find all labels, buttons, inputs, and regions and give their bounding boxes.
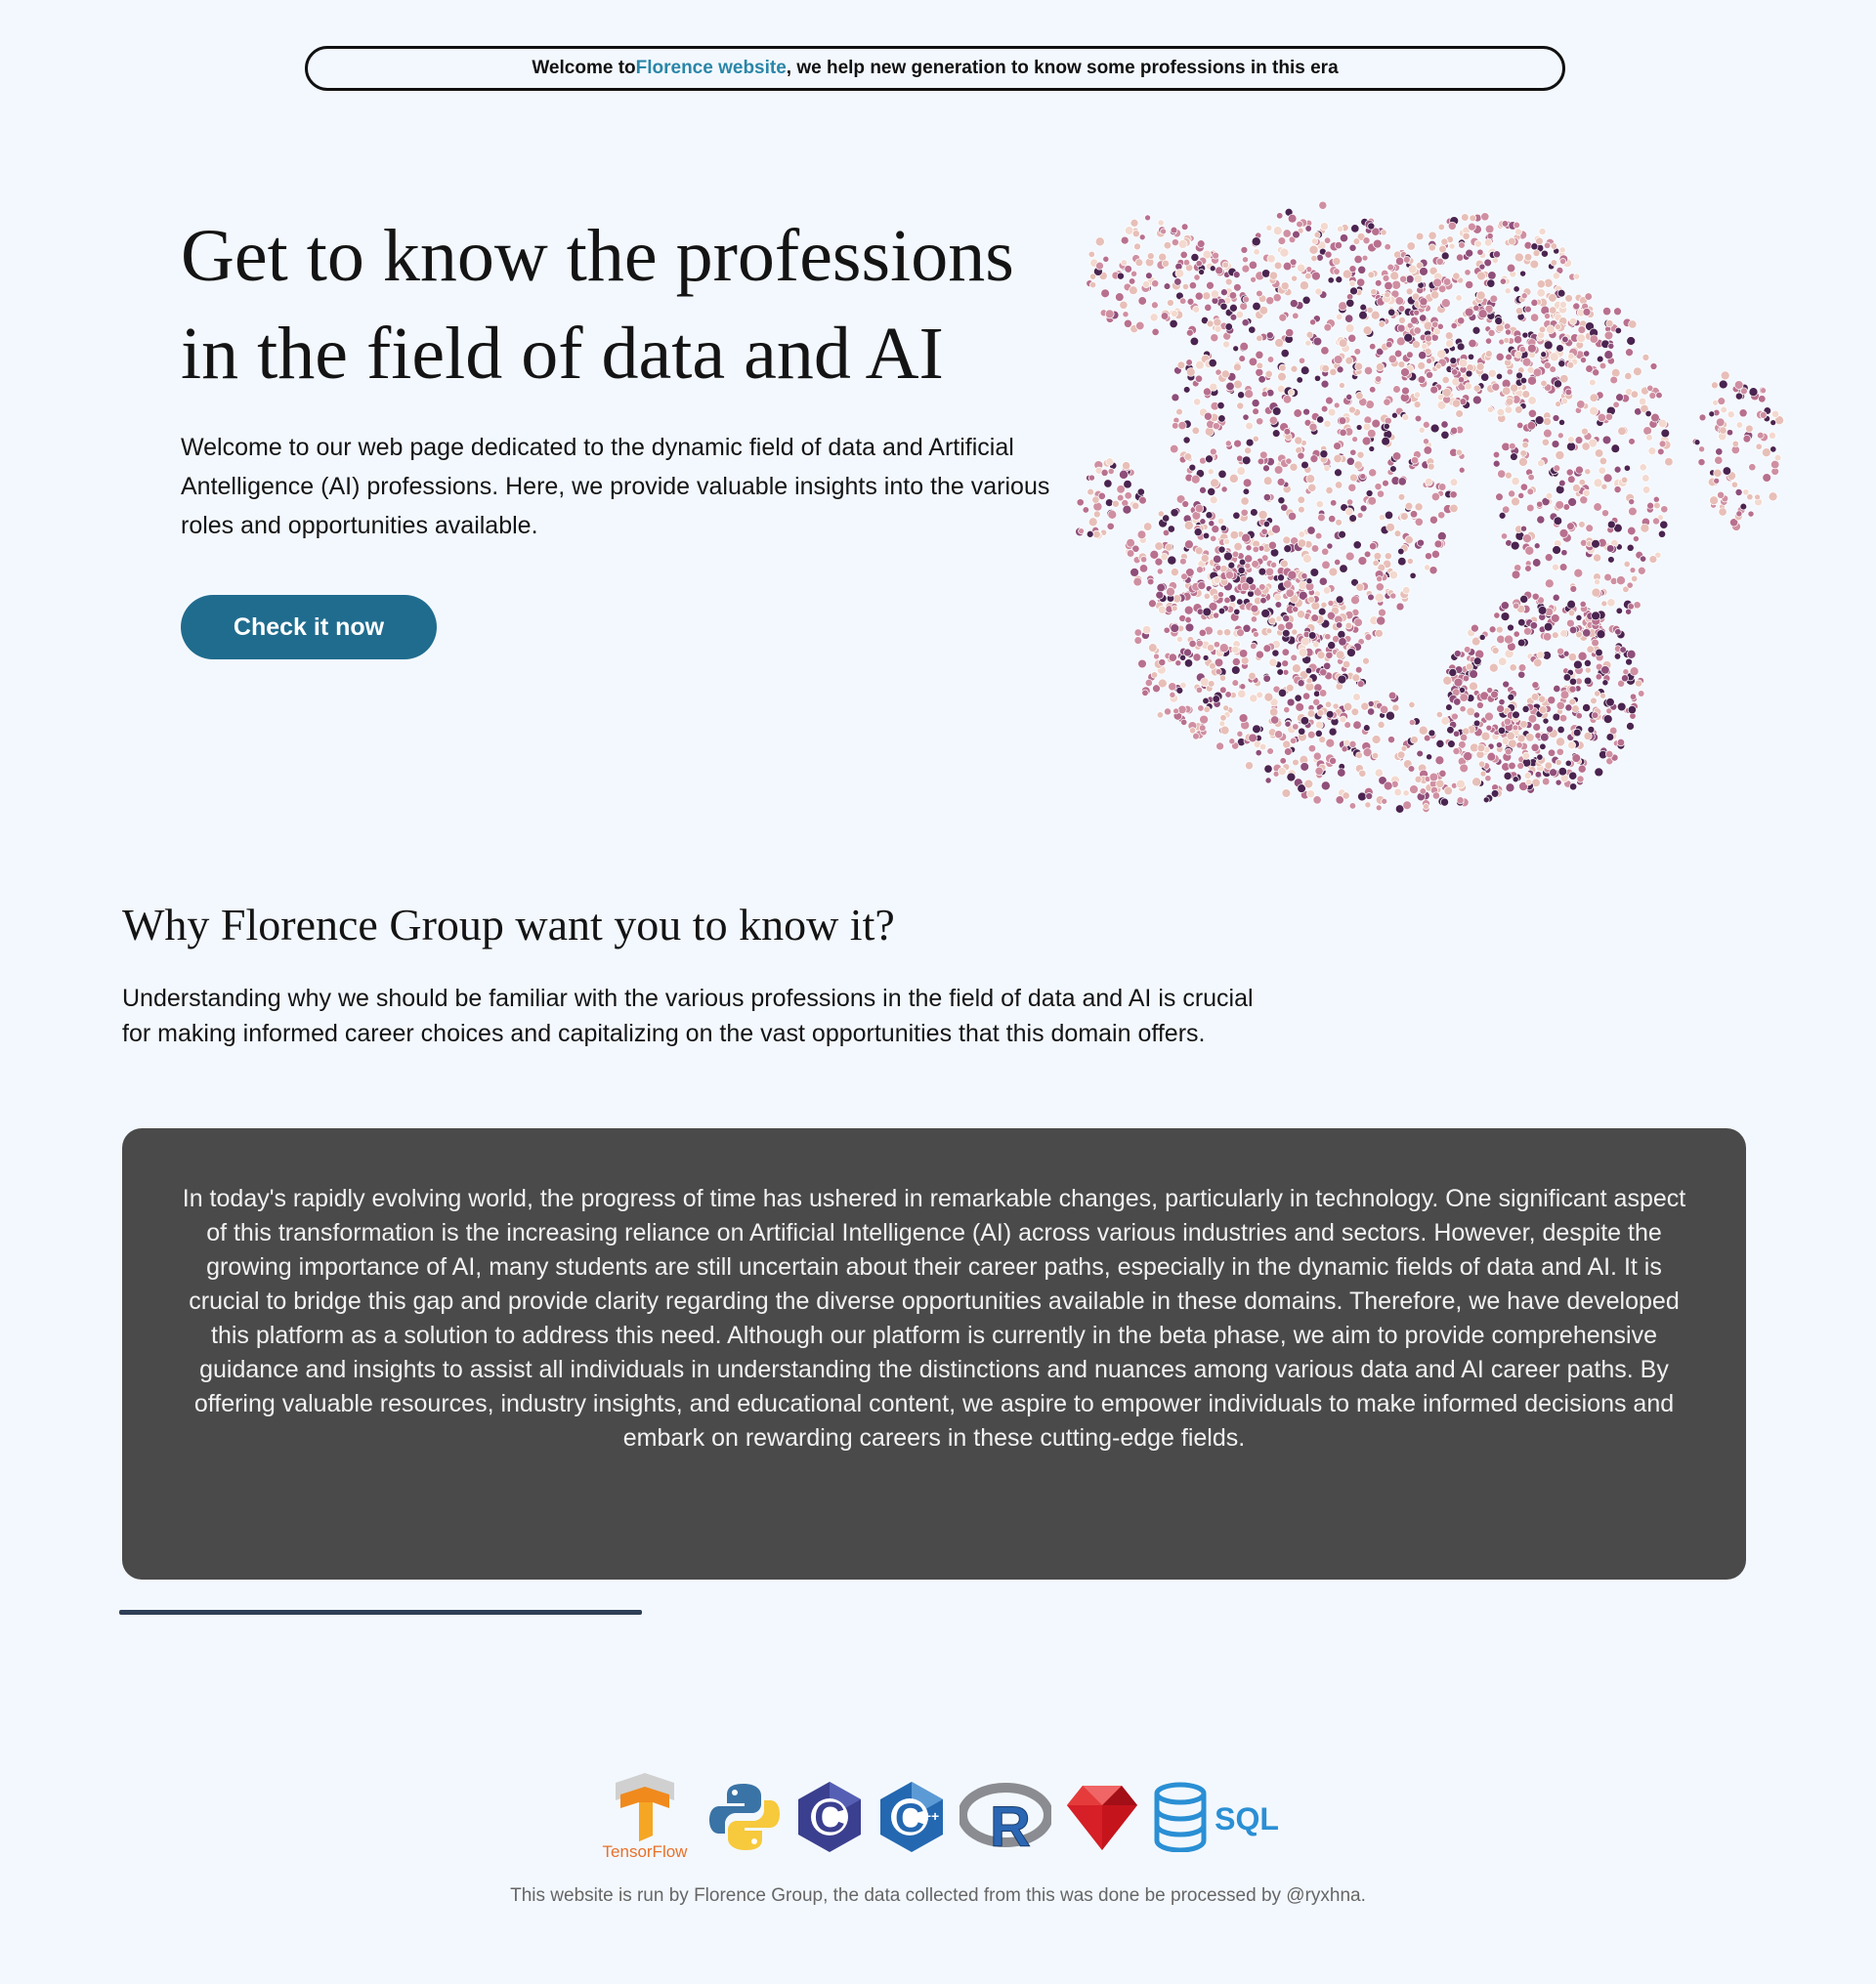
svg-text:++: ++	[923, 1808, 939, 1824]
why-section-text: Understanding why we should be familiar …	[122, 985, 1254, 1047]
ruby-logo	[1065, 1782, 1139, 1852]
sql-logo-label: SQL	[1215, 1801, 1279, 1836]
banner-prefix: Welcome to	[532, 58, 636, 78]
hero-scatter-illustration	[1075, 200, 1784, 814]
tensorflow-logo: TensorFlow	[596, 1773, 694, 1861]
hero-title-line-2: in the field of data and AI	[181, 313, 944, 395]
r-logo: R	[959, 1782, 1051, 1852]
technology-logos: TensorFlow C C ++ R SQL	[596, 1763, 1300, 1871]
footer-credit: This website is run by Florence Group, t…	[510, 1885, 1366, 1906]
hero-title: Get to know the professions in the field…	[181, 207, 1158, 402]
cpp-logo: C ++	[877, 1780, 946, 1854]
mission-panel: In today's rapidly evolving world, the p…	[122, 1128, 1746, 1580]
section-divider	[119, 1610, 642, 1615]
check-it-now-button[interactable]: Check it now	[181, 595, 437, 659]
banner-suffix: , we help new generation to know some pr…	[786, 58, 1339, 78]
python-logo	[707, 1780, 782, 1854]
tensorflow-label: TensorFlow	[603, 1842, 689, 1861]
banner-site-link[interactable]: Florence website	[636, 58, 787, 79]
sql-logo: SQL	[1153, 1782, 1286, 1852]
welcome-banner: Welcome to Florence website, we help new…	[305, 46, 1565, 91]
c-logo-letter: C	[814, 1794, 845, 1841]
r-logo-letter: R	[990, 1795, 1031, 1852]
why-section-title: Why Florence Group want you to know it?	[122, 900, 895, 950]
hero-title-line-1: Get to know the professions	[181, 215, 1014, 297]
hero-intro-text: Welcome to our web page dedicated to the…	[181, 434, 1050, 539]
cpp-logo-letter: C	[895, 1794, 924, 1840]
c-language-logo: C	[795, 1780, 864, 1854]
mission-panel-text: In today's rapidly evolving world, the p…	[182, 1185, 1686, 1452]
